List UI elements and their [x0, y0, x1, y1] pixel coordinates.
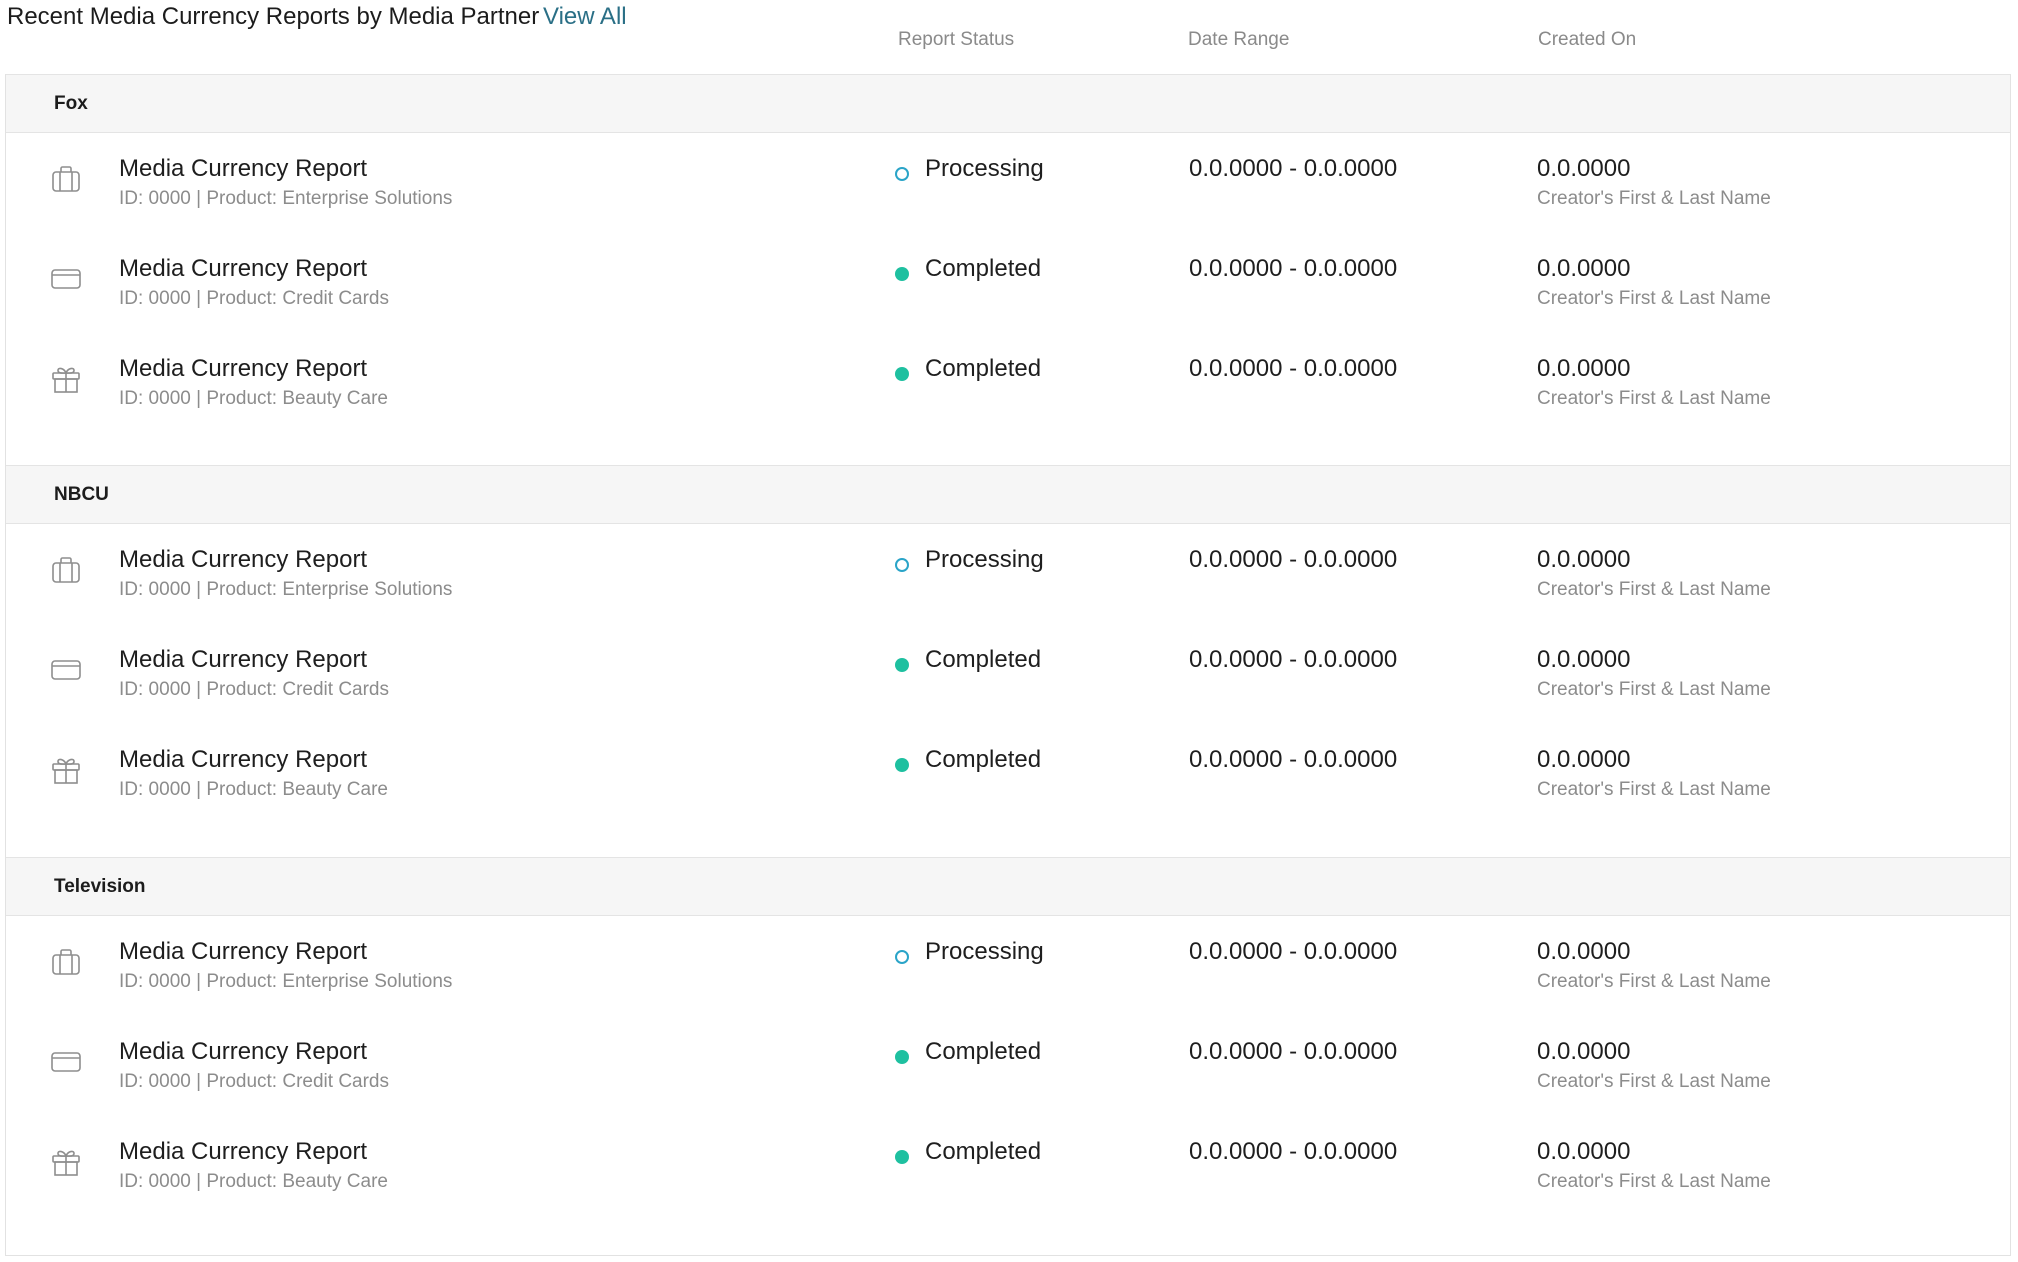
status-dot-icon: [895, 267, 909, 281]
date-range-value: 0.0.0000 - 0.0.0000: [1189, 1038, 1398, 1065]
created-on-date: 0.0.0000: [1537, 938, 1631, 965]
created-on-date: 0.0.0000: [1537, 1038, 1631, 1065]
section-name: Fox: [54, 93, 88, 114]
creator-name: Creator's First & Last Name: [1537, 579, 1771, 600]
section-name: Television: [54, 876, 146, 897]
date-range-value: 0.0.0000 - 0.0.0000: [1189, 255, 1398, 282]
status-label: Completed: [925, 1038, 1042, 1065]
briefcase-icon: [50, 163, 82, 195]
report-name[interactable]: Media Currency Report: [119, 938, 367, 966]
gift-icon: [50, 1146, 82, 1178]
report-meta: ID: 0000 | Product: Enterprise Solutions: [119, 579, 453, 600]
report-meta: ID: 0000 | Product: Credit Cards: [119, 679, 389, 700]
report-meta: ID: 0000 | Product: Credit Cards: [119, 1071, 389, 1092]
created-on-date: 0.0.0000: [1537, 355, 1631, 382]
status-label: Processing: [925, 938, 1044, 965]
creator-name: Creator's First & Last Name: [1537, 1171, 1771, 1192]
created-on-date: 0.0.0000: [1537, 255, 1631, 282]
section-header: Television: [6, 857, 2010, 916]
status-label: Processing: [925, 546, 1044, 573]
created-on-date: 0.0.0000: [1537, 1138, 1631, 1165]
status-label: Completed: [925, 746, 1042, 773]
report-row[interactable]: Media Currency Report ID: 0000 | Product:…: [6, 624, 2010, 724]
page-title: Recent Media Currency Reports by Media P…: [7, 3, 540, 30]
creator-name: Creator's First & Last Name: [1537, 779, 1771, 800]
column-header-report-status[interactable]: Report Status: [898, 29, 1014, 51]
credit-card-icon: [50, 1046, 82, 1078]
status-label: Processing: [925, 155, 1044, 182]
date-range-value: 0.0.0000 - 0.0.0000: [1189, 938, 1398, 965]
created-on-date: 0.0.0000: [1537, 155, 1631, 182]
column-header-created-on[interactable]: Created On: [1538, 29, 1636, 51]
report-meta: ID: 0000 | Product: Enterprise Solutions: [119, 188, 453, 209]
status-dot-icon: [895, 167, 909, 181]
report-meta: ID: 0000 | Product: Credit Cards: [119, 288, 389, 309]
report-row[interactable]: Media Currency Report ID: 0000 | Product:…: [6, 233, 2010, 333]
status-dot-icon: [895, 1150, 909, 1164]
report-meta: ID: 0000 | Product: Beauty Care: [119, 1171, 388, 1192]
report-name[interactable]: Media Currency Report: [119, 746, 367, 774]
gift-icon: [50, 754, 82, 786]
creator-name: Creator's First & Last Name: [1537, 188, 1771, 209]
date-range-value: 0.0.0000 - 0.0.0000: [1189, 155, 1398, 182]
status-dot-icon: [895, 658, 909, 672]
report-row[interactable]: Media Currency Report ID: 0000 | Product:…: [6, 724, 2010, 824]
report-row[interactable]: Media Currency Report ID: 0000 | Product:…: [6, 916, 2010, 1016]
gift-icon: [50, 363, 82, 395]
creator-name: Creator's First & Last Name: [1537, 679, 1771, 700]
date-range-value: 0.0.0000 - 0.0.0000: [1189, 746, 1398, 773]
status-dot-icon: [895, 367, 909, 381]
report-name[interactable]: Media Currency Report: [119, 355, 367, 383]
creator-name: Creator's First & Last Name: [1537, 1071, 1771, 1092]
briefcase-icon: [50, 554, 82, 586]
column-header-date-range[interactable]: Date Range: [1188, 29, 1289, 51]
creator-name: Creator's First & Last Name: [1537, 288, 1771, 309]
report-meta: ID: 0000 | Product: Enterprise Solutions: [119, 971, 453, 992]
report-name[interactable]: Media Currency Report: [119, 546, 367, 574]
status-dot-icon: [895, 558, 909, 572]
report-name[interactable]: Media Currency Report: [119, 1038, 367, 1066]
credit-card-icon: [50, 263, 82, 295]
created-on-date: 0.0.0000: [1537, 746, 1631, 773]
created-on-date: 0.0.0000: [1537, 546, 1631, 573]
briefcase-icon: [50, 946, 82, 978]
creator-name: Creator's First & Last Name: [1537, 388, 1771, 409]
status-dot-icon: [895, 950, 909, 964]
report-header: Recent Media Currency Reports by Media P…: [0, 0, 2018, 74]
status-dot-icon: [895, 1050, 909, 1064]
report-row[interactable]: Media Currency Report ID: 0000 | Product:…: [6, 1016, 2010, 1116]
report-name[interactable]: Media Currency Report: [119, 646, 367, 674]
created-on-date: 0.0.0000: [1537, 646, 1631, 673]
section-name: NBCU: [54, 484, 109, 505]
section-header: Fox: [6, 74, 2010, 133]
status-label: Completed: [925, 355, 1042, 382]
report-name[interactable]: Media Currency Report: [119, 1138, 367, 1166]
creator-name: Creator's First & Last Name: [1537, 971, 1771, 992]
status-label: Completed: [925, 1138, 1042, 1165]
date-range-value: 0.0.0000 - 0.0.0000: [1189, 355, 1398, 382]
date-range-value: 0.0.0000 - 0.0.0000: [1189, 1138, 1398, 1165]
report-row[interactable]: Media Currency Report ID: 0000 | Product:…: [6, 524, 2010, 624]
report-row[interactable]: Media Currency Report ID: 0000 | Product:…: [6, 1116, 2010, 1216]
status-label: Completed: [925, 255, 1042, 282]
report-name[interactable]: Media Currency Report: [119, 255, 367, 283]
report-meta: ID: 0000 | Product: Beauty Care: [119, 388, 388, 409]
report-row[interactable]: Media Currency Report ID: 0000 | Product:…: [6, 333, 2010, 433]
report-meta: ID: 0000 | Product: Beauty Care: [119, 779, 388, 800]
status-label: Completed: [925, 646, 1042, 673]
report-table: Fox Media Currency Report ID: 0000 | Produ…: [5, 74, 2011, 1256]
report-name[interactable]: Media Currency Report: [119, 155, 367, 183]
view-all-link[interactable]: View All: [543, 3, 627, 31]
report-row[interactable]: Media Currency Report ID: 0000 | Product:…: [6, 133, 2010, 233]
status-dot-icon: [895, 758, 909, 772]
credit-card-icon: [50, 654, 82, 686]
date-range-value: 0.0.0000 - 0.0.0000: [1189, 646, 1398, 673]
section-header: NBCU: [6, 465, 2010, 524]
date-range-value: 0.0.0000 - 0.0.0000: [1189, 546, 1398, 573]
